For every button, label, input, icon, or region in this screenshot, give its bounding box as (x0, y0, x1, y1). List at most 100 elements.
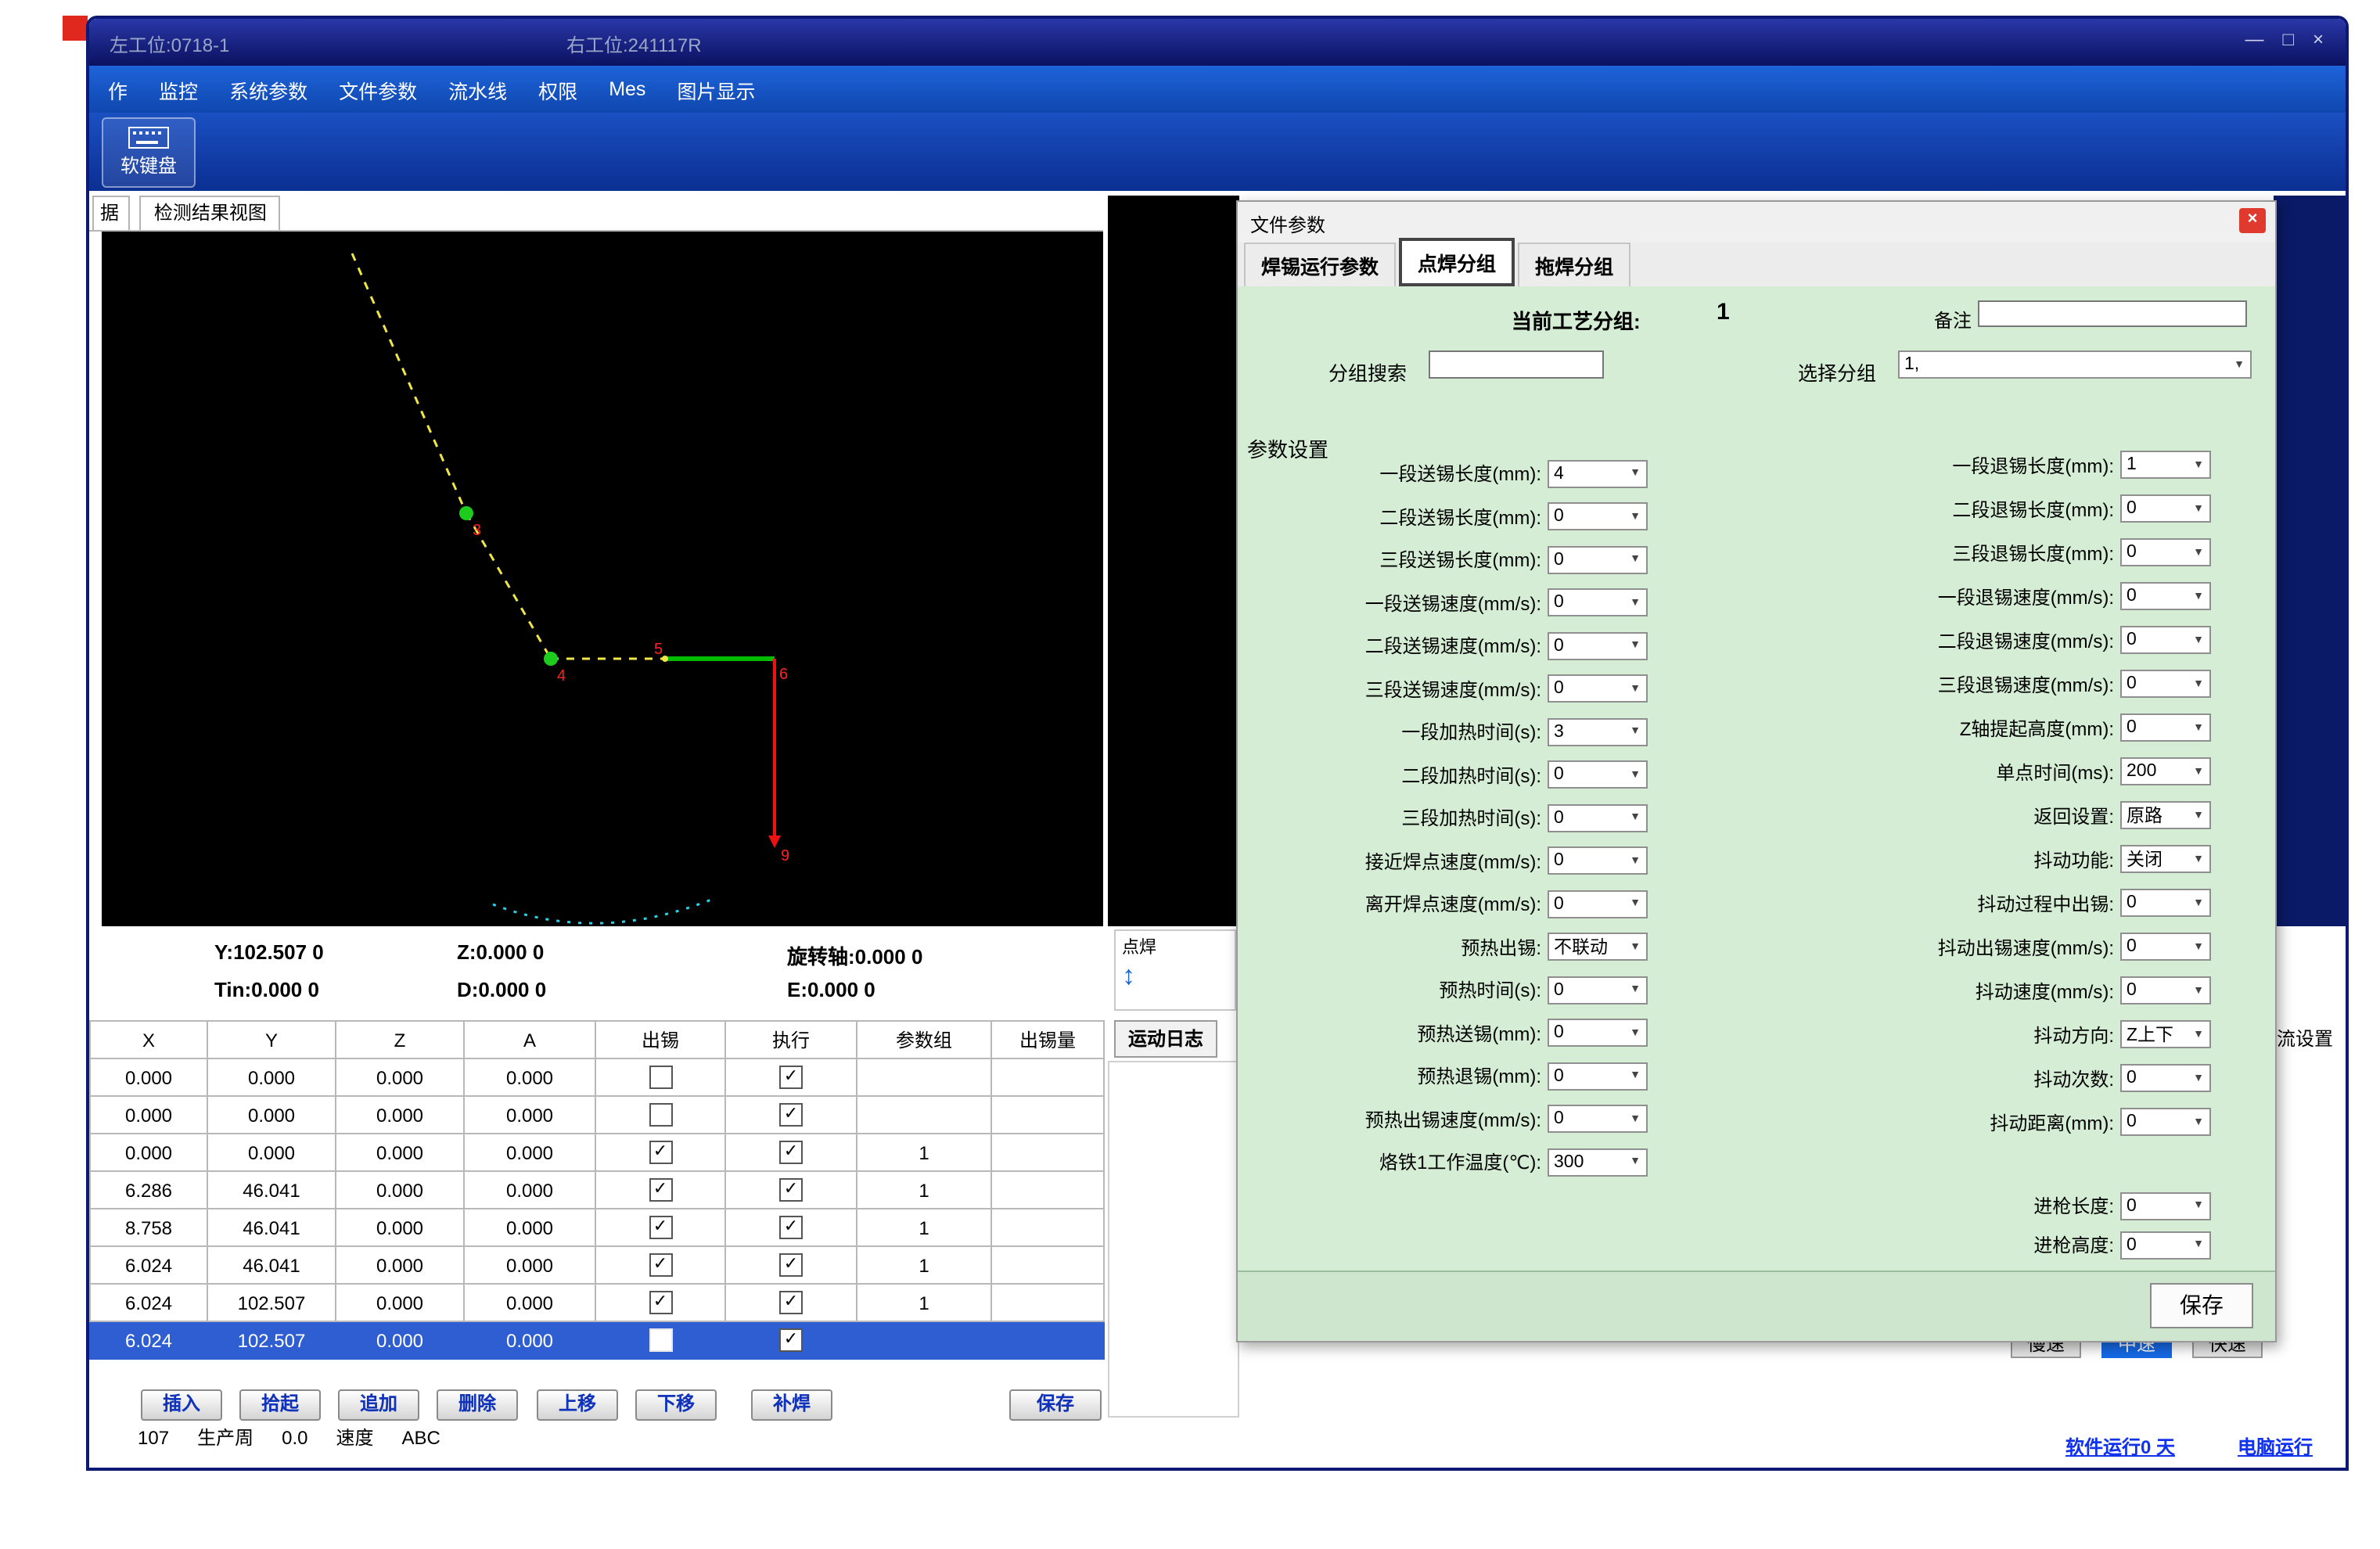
close-icon[interactable]: × (2313, 28, 2324, 50)
table-row[interactable]: 0.0000.0000.0000.000 (90, 1058, 1104, 1096)
menu-item-7[interactable]: Mes (593, 72, 661, 106)
path-canvas[interactable]: 3 4 5 6 9 (102, 232, 1103, 926)
right-param-dropdown-14[interactable]: Z上下▼ (2120, 1020, 2211, 1048)
dialog-tab-2[interactable]: 点焊分组 (1399, 238, 1515, 286)
soft-keyboard-button[interactable]: 软键盘 (102, 117, 196, 188)
remark-input[interactable] (1978, 300, 2247, 327)
chuxi-checkbox[interactable] (649, 1253, 672, 1277)
right-param-dropdown-5[interactable]: 0▼ (2120, 626, 2211, 654)
right-param-dropdown-15[interactable]: 0▼ (2120, 1064, 2211, 1092)
left-param-dropdown-17[interactable]: 300▼ (1548, 1148, 1648, 1177)
right-param-dropdown-12[interactable]: 0▼ (2120, 933, 2211, 961)
footer-link-2[interactable]: 电脑运行 (2238, 1433, 2313, 1460)
minimize-icon[interactable]: — (2245, 28, 2263, 50)
param-label: 二段退锡速度(mm/s): (1754, 627, 2120, 653)
left-param-dropdown-8[interactable]: 0▼ (1548, 761, 1648, 789)
right-param-dropdown-10[interactable]: 关闭▼ (2120, 845, 2211, 873)
table-save-button[interactable]: 保存 (1009, 1389, 1102, 1421)
chuxi-checkbox[interactable] (649, 1216, 672, 1239)
right-param-dropdown-13[interactable]: 0▼ (2120, 976, 2211, 1005)
chuxi-checkbox[interactable] (649, 1066, 672, 1089)
left-param-dropdown-11[interactable]: 0▼ (1548, 890, 1648, 918)
zhixing-checkbox[interactable] (779, 1253, 803, 1277)
zhixing-checkbox[interactable] (779, 1066, 803, 1089)
right-param-dropdown-16[interactable]: 0▼ (2120, 1108, 2211, 1136)
tab-motion-log[interactable]: 运动日志 (1114, 1020, 1217, 1058)
left-param-dropdown-13[interactable]: 0▼ (1548, 976, 1648, 1005)
edit-button-7[interactable]: 补焊 (751, 1389, 832, 1421)
right-param-dropdown-4[interactable]: 0▼ (2120, 582, 2211, 610)
footer-link-1[interactable]: 软件运行0 天 (2065, 1433, 2175, 1460)
table-row[interactable]: 6.02446.0410.0000.0001 (90, 1246, 1104, 1284)
menu-item-6[interactable]: 权限 (523, 68, 593, 110)
left-param-dropdown-7[interactable]: 3▼ (1548, 718, 1648, 746)
menu-item-2[interactable]: 监控 (143, 68, 214, 110)
left-param-dropdown-5[interactable]: 0▼ (1548, 632, 1648, 660)
tab-data[interactable]: 据 (92, 196, 130, 230)
left-param-dropdown-15[interactable]: 0▼ (1548, 1062, 1648, 1091)
right-param-dropdown-1[interactable]: 1▼ (2120, 451, 2211, 479)
menu-item-1[interactable]: 作 (92, 68, 143, 110)
dialog-close-button[interactable]: × (2239, 208, 2266, 233)
left-param-dropdown-14[interactable]: 0▼ (1548, 1019, 1648, 1048)
dianhan-mode-box[interactable]: 点焊 ↕ (1114, 929, 1236, 1011)
zhixing-checkbox[interactable] (779, 1328, 803, 1352)
left-param-dropdown-1[interactable]: 4▼ (1548, 460, 1648, 488)
maximize-icon[interactable]: □ (2282, 28, 2294, 50)
zhixing-checkbox[interactable] (779, 1291, 803, 1314)
edit-button-2[interactable]: 拾起 (239, 1389, 321, 1421)
dialog-tab-1[interactable]: 焊锡运行参数 (1244, 243, 1396, 286)
left-param-row-13: 预热时间(s):0▼ (1238, 969, 1648, 1012)
right-param-dropdown-6[interactable]: 0▼ (2120, 670, 2211, 698)
edit-button-4[interactable]: 删除 (437, 1389, 518, 1421)
dialog-titlebar[interactable]: 文件参数 × (1238, 202, 2275, 244)
edit-button-3[interactable]: 追加 (338, 1389, 419, 1421)
left-param-dropdown-9[interactable]: 0▼ (1548, 804, 1648, 832)
select-group-dropdown[interactable]: 1, ▼ (1898, 350, 2252, 379)
left-param-dropdown-12[interactable]: 不联动▼ (1548, 933, 1648, 961)
right-param-dropdown-7[interactable]: 0▼ (2120, 713, 2211, 742)
menu-item-4[interactable]: 文件参数 (323, 68, 433, 110)
cell-x: 6.024 (90, 1284, 207, 1321)
menu-item-3[interactable]: 系统参数 (214, 68, 323, 110)
edit-button-1[interactable]: 插入 (141, 1389, 222, 1421)
dialog-tab-3[interactable]: 拖焊分组 (1518, 243, 1630, 286)
zhixing-checkbox[interactable] (779, 1141, 803, 1164)
cell-a: 0.000 (464, 1134, 595, 1171)
chuxi-checkbox[interactable] (649, 1328, 672, 1352)
right-param-dropdown-9[interactable]: 原路▼ (2120, 801, 2211, 829)
left-param-dropdown-10[interactable]: 0▼ (1548, 847, 1648, 875)
table-row[interactable]: 0.0000.0000.0000.000 (90, 1096, 1104, 1134)
tab-detection-result-view[interactable]: 检测结果视图 (140, 196, 281, 230)
right-param-dropdown-2[interactable]: 0▼ (2120, 494, 2211, 523)
title-bar[interactable]: 左工位:0718-1 右工位:241117R — □ × (89, 19, 2346, 66)
chuxi-checkbox[interactable] (649, 1178, 672, 1202)
table-row[interactable]: 6.024102.5070.0000.000 (90, 1321, 1104, 1359)
left-param-dropdown-6[interactable]: 0▼ (1548, 675, 1648, 703)
table-row[interactable]: 6.28646.0410.0000.0001 (90, 1171, 1104, 1209)
edit-button-6[interactable]: 下移 (635, 1389, 717, 1421)
menu-item-8[interactable]: 图片显示 (661, 68, 771, 110)
left-param-dropdown-3[interactable]: 0▼ (1548, 546, 1648, 574)
left-param-dropdown-4[interactable]: 0▼ (1548, 589, 1648, 617)
zhixing-checkbox[interactable] (779, 1216, 803, 1239)
right-param-dropdown-3[interactable]: 0▼ (2120, 538, 2211, 566)
left-param-dropdown-16[interactable]: 0▼ (1548, 1105, 1648, 1134)
chuxi-checkbox[interactable] (649, 1103, 672, 1127)
right-param-dropdown-8[interactable]: 200▼ (2120, 757, 2211, 785)
table-row[interactable]: 0.0000.0000.0000.0001 (90, 1134, 1104, 1171)
extra-param-dropdown-1[interactable]: 0▼ (2120, 1191, 2211, 1220)
table-row[interactable]: 8.75846.0410.0000.0001 (90, 1209, 1104, 1246)
zhixing-checkbox[interactable] (779, 1103, 803, 1127)
zhixing-checkbox[interactable] (779, 1178, 803, 1202)
edit-button-5[interactable]: 上移 (537, 1389, 618, 1421)
group-search-input[interactable] (1429, 350, 1604, 379)
chuxi-checkbox[interactable] (649, 1141, 672, 1164)
table-row[interactable]: 6.024102.5070.0000.0001 (90, 1284, 1104, 1321)
right-param-dropdown-11[interactable]: 0▼ (2120, 889, 2211, 917)
extra-param-dropdown-2[interactable]: 0▼ (2120, 1231, 2211, 1259)
left-param-dropdown-2[interactable]: 0▼ (1548, 503, 1648, 531)
dialog-save-button[interactable]: 保存 (2150, 1283, 2253, 1328)
chuxi-checkbox[interactable] (649, 1291, 672, 1314)
menu-item-5[interactable]: 流水线 (433, 68, 523, 110)
